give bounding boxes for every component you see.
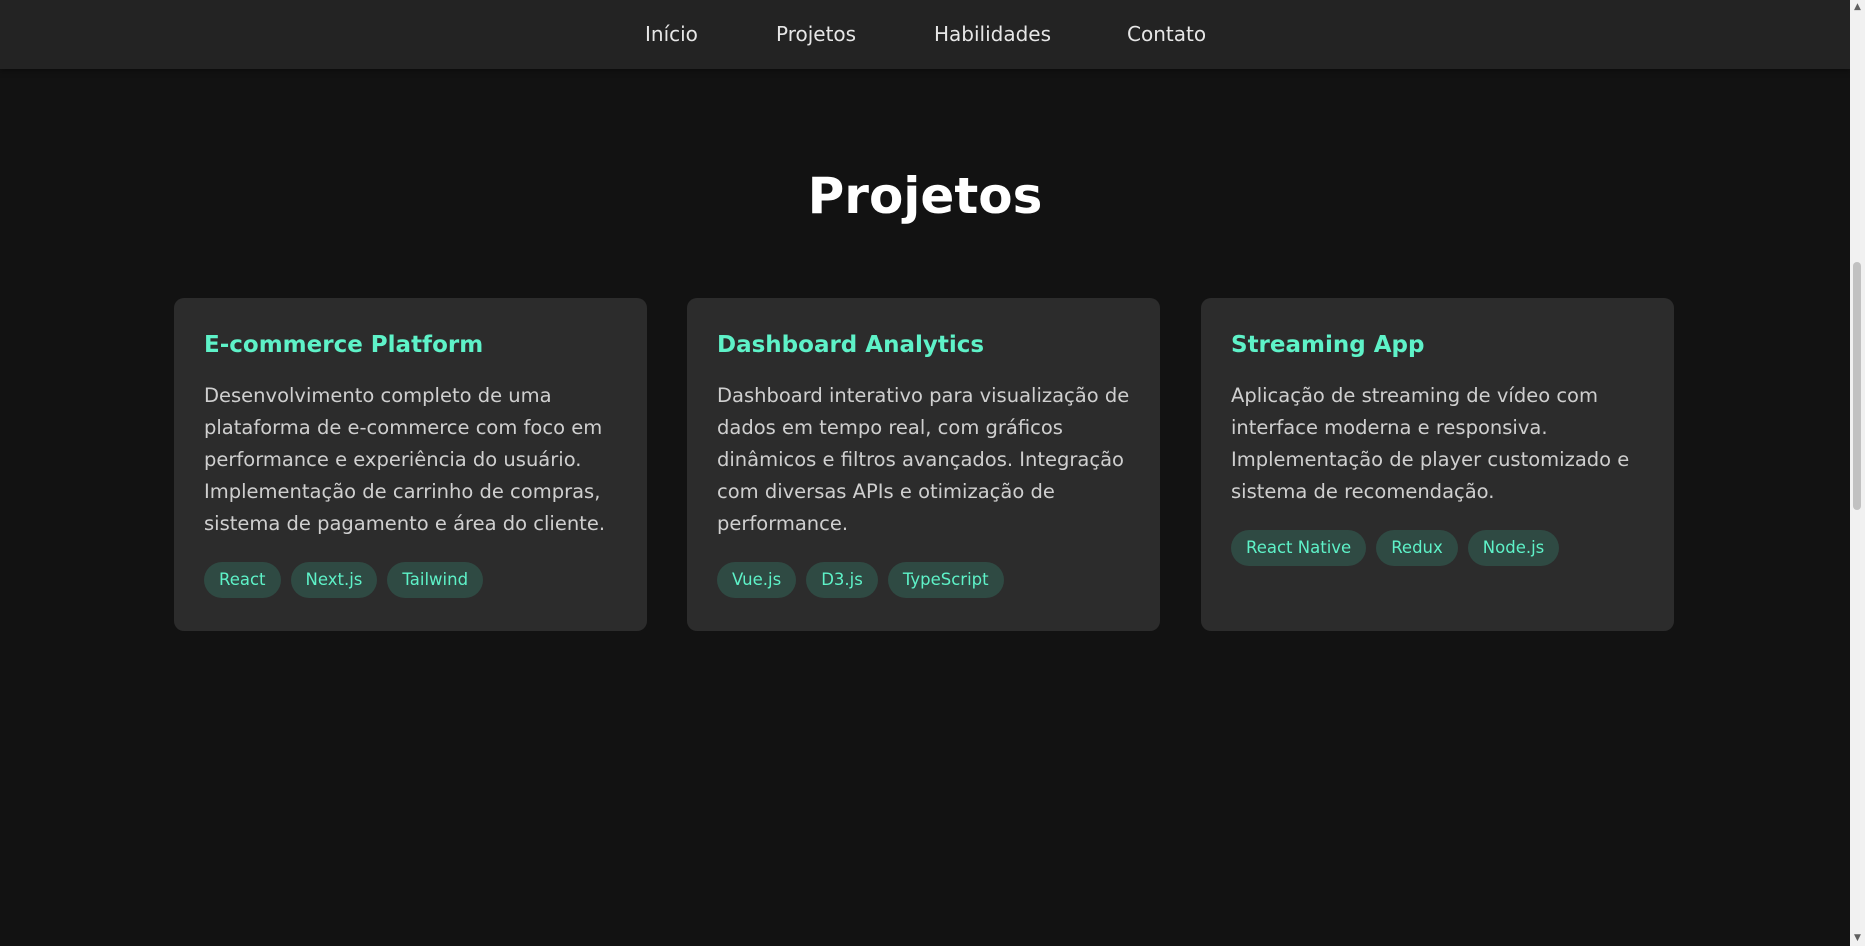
project-tag: D3.js <box>806 562 878 598</box>
nav-link-contato[interactable]: Contato <box>1127 21 1206 47</box>
project-card-ecommerce: E-commerce Platform Desenvolvimento comp… <box>174 298 647 631</box>
nav-link-projetos[interactable]: Projetos <box>776 21 856 47</box>
scroll-down-arrow-icon[interactable]: ▼ <box>1850 931 1865 946</box>
scroll-up-arrow-icon[interactable]: ▲ <box>1850 0 1865 15</box>
top-navbar: Início Projetos Habilidades Contato <box>0 0 1850 69</box>
project-tag: React <box>204 562 281 598</box>
project-card-title: Streaming App <box>1231 332 1425 358</box>
project-tag: React Native <box>1231 530 1367 566</box>
project-tag-list: Vue.js D3.js TypeScript <box>717 562 1130 598</box>
nav-link-habilidades[interactable]: Habilidades <box>934 21 1051 47</box>
project-tag: Vue.js <box>717 562 797 598</box>
project-card-description: Desenvolvimento completo de uma platafor… <box>204 384 606 535</box>
nav-link-inicio[interactable]: Início <box>645 21 698 47</box>
project-tag: Redux <box>1376 530 1458 566</box>
project-card-description: Aplicação de streaming de vídeo com inte… <box>1231 384 1630 503</box>
project-card-title: Dashboard Analytics <box>717 332 985 358</box>
project-tag: TypeScript <box>887 562 1004 598</box>
page: Início Projetos Habilidades Contato Proj… <box>0 0 1865 946</box>
project-tag-list: React Native Redux Node.js <box>1231 530 1644 566</box>
project-card-dashboard: Dashboard Analytics Dashboard interativo… <box>687 298 1160 631</box>
project-tag-list: React Next.js Tailwind <box>204 562 617 598</box>
scrollbar-thumb[interactable] <box>1853 262 1861 510</box>
project-tag: Node.js <box>1467 530 1560 566</box>
project-tag: Next.js <box>290 562 378 598</box>
project-card-description: Dashboard interativo para visualização d… <box>717 384 1130 535</box>
vertical-scrollbar[interactable]: ▲ ▼ <box>1850 0 1865 946</box>
project-card-streaming: Streaming App Aplicação de streaming de … <box>1201 298 1674 631</box>
projects-section-title: Projetos <box>807 167 1043 225</box>
project-tag: Tailwind <box>387 562 484 598</box>
project-card-title: E-commerce Platform <box>204 332 484 358</box>
